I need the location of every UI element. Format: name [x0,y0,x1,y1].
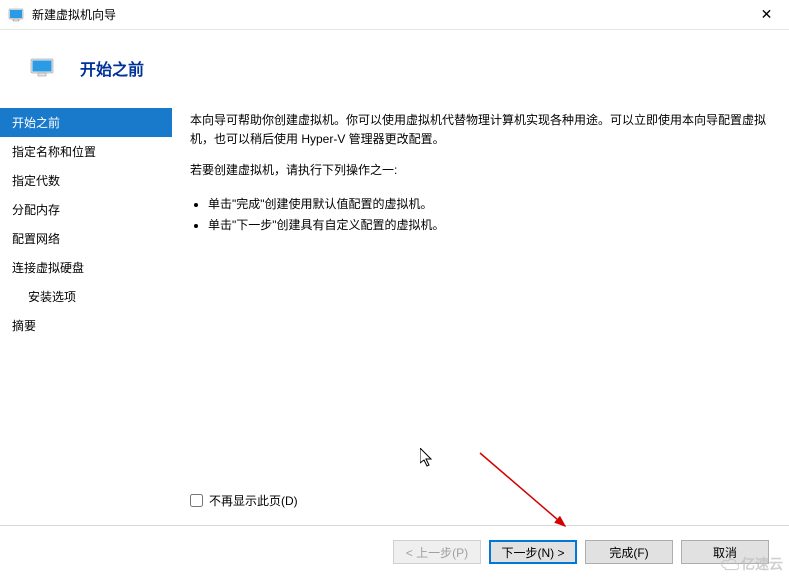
step-install-options[interactable]: 安装选项 [0,282,172,311]
next-button[interactable]: 下一步(N) > [489,540,577,564]
previous-button: < 上一步(P) [393,540,481,564]
step-summary[interactable]: 摘要 [0,311,172,340]
finish-button[interactable]: 完成(F) [585,540,673,564]
instruction-bullets: 单击"完成"创建使用默认值配置的虚拟机。 单击"下一步"创建具有自定义配置的虚拟… [190,195,769,237]
wizard-content: 本向导可帮助你创建虚拟机。你可以使用虚拟机代替物理计算机实现各种用途。可以立即使… [172,105,789,525]
instruction-line: 若要创建虚拟机，请执行下列操作之一: [190,161,769,180]
bullet-finish: 单击"完成"创建使用默认值配置的虚拟机。 [208,195,769,214]
wizard-footer: < 上一步(P) 下一步(N) > 完成(F) 取消 [0,526,789,578]
step-generation[interactable]: 指定代数 [0,166,172,195]
step-network[interactable]: 配置网络 [0,224,172,253]
intro-paragraph: 本向导可帮助你创建虚拟机。你可以使用虚拟机代替物理计算机实现各种用途。可以立即使… [190,111,769,149]
wizard-icon [30,56,54,80]
step-name-location[interactable]: 指定名称和位置 [0,137,172,166]
app-icon [8,7,24,23]
dont-show-again-checkbox[interactable] [190,494,203,507]
step-before-you-begin[interactable]: 开始之前 [0,108,172,137]
page-title: 开始之前 [80,56,144,80]
wizard-steps-sidebar: 开始之前 指定名称和位置 指定代数 分配内存 配置网络 连接虚拟硬盘 安装选项 … [0,105,172,525]
bullet-next: 单击"下一步"创建具有自定义配置的虚拟机。 [208,216,769,235]
dont-show-again-label[interactable]: 不再显示此页(D) [209,492,298,509]
wizard-body: 开始之前 指定名称和位置 指定代数 分配内存 配置网络 连接虚拟硬盘 安装选项 … [0,105,789,525]
step-vhd[interactable]: 连接虚拟硬盘 [0,253,172,282]
wizard-header: 开始之前 [0,30,789,105]
cancel-button[interactable]: 取消 [681,540,769,564]
window-title: 新建虚拟机向导 [32,6,744,23]
dont-show-again-row: 不再显示此页(D) [190,492,769,509]
close-button[interactable]: ✕ [744,0,789,30]
step-memory[interactable]: 分配内存 [0,195,172,224]
titlebar: 新建虚拟机向导 ✕ [0,0,789,30]
